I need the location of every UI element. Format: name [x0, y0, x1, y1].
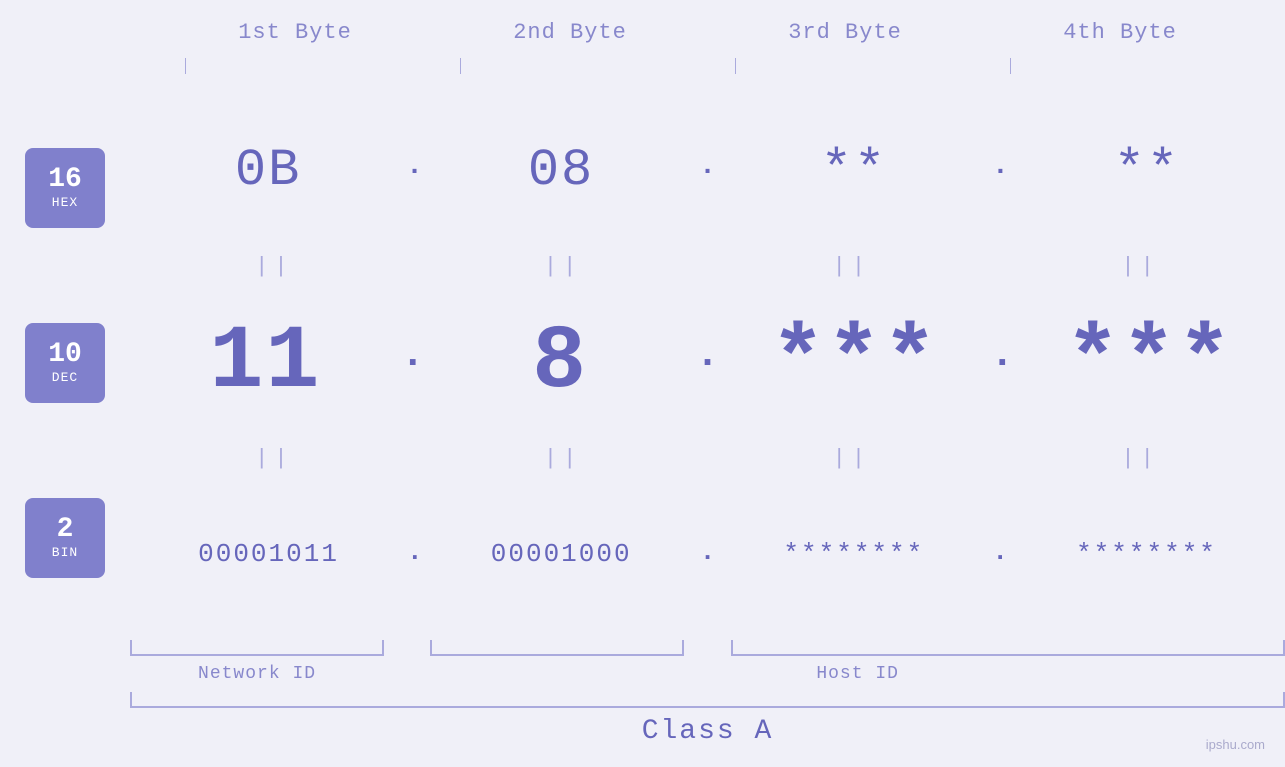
- hex-dot-2: .: [699, 151, 716, 190]
- hex-badge-number: 16: [48, 165, 82, 196]
- bracket-4: [983, 56, 1258, 74]
- dec-cell-3: ***: [720, 312, 991, 414]
- hex-cell-3: **: [716, 141, 992, 200]
- byte-header-1: 1st Byte: [158, 20, 433, 45]
- equals-2c: ||: [833, 446, 871, 471]
- equals-cell-2c: ||: [708, 446, 997, 471]
- dec-val-1: 11: [209, 312, 321, 414]
- top-brackets: [158, 55, 1258, 75]
- dec-cell-1: 11: [130, 312, 401, 414]
- main-container: 1st Byte 2nd Byte 3rd Byte 4th Byte: [0, 0, 1285, 767]
- bracket-svg-4: [1010, 56, 1230, 74]
- equals-row-2: || || || ||: [130, 443, 1285, 473]
- dec-val-4: ***: [1066, 312, 1234, 414]
- equals-cell-2b: ||: [419, 446, 708, 471]
- equals-cell-1c: ||: [708, 254, 997, 279]
- byte-header-2: 2nd Byte: [433, 20, 708, 45]
- hex-val-4: **: [1114, 141, 1180, 200]
- bin-badge: 2 BIN: [25, 498, 105, 578]
- hex-val-2: 08: [528, 141, 594, 200]
- content-area: 16 HEX 10 DEC 2 BIN 0B . 08: [0, 90, 1285, 635]
- equals-cell-2a: ||: [130, 446, 419, 471]
- watermark: ipshu.com: [1206, 737, 1265, 752]
- network-bracket: [130, 640, 384, 656]
- hex-val-1: 0B: [235, 141, 301, 200]
- hex-badge-name: HEX: [52, 195, 78, 210]
- bin-dot-1: .: [407, 537, 423, 572]
- hex-cell-1: 0B: [130, 141, 406, 200]
- equals-1a: ||: [255, 254, 293, 279]
- byte-header-3: 3rd Byte: [708, 20, 983, 45]
- equals-cell-1d: ||: [996, 254, 1285, 279]
- dec-badge-name: DEC: [52, 370, 78, 385]
- network-id-label: Network ID: [130, 664, 384, 684]
- dec-badge-number: 10: [48, 340, 82, 371]
- bracket-svg-1: [185, 56, 405, 74]
- bin-cell-2: 00001000: [423, 539, 700, 569]
- equals-cell-2d: ||: [996, 446, 1285, 471]
- bracket-2: [433, 56, 708, 74]
- hex-dot-1: .: [406, 151, 423, 190]
- equals-row-1: || || || ||: [130, 252, 1285, 282]
- bin-cell-3: ********: [715, 539, 992, 569]
- bin-dot-3: .: [992, 537, 1008, 572]
- equals-2b: ||: [544, 446, 582, 471]
- class-bracket: [130, 692, 1285, 708]
- dec-cell-2: 8: [425, 312, 696, 414]
- bin-val-1: 00001011: [198, 539, 339, 569]
- equals-1b: ||: [544, 254, 582, 279]
- bin-val-2: 00001000: [491, 539, 632, 569]
- hex-badge: 16 HEX: [25, 148, 105, 228]
- byte-headers: 1st Byte 2nd Byte 3rd Byte 4th Byte: [158, 20, 1258, 45]
- bin-badge-name: BIN: [52, 545, 78, 560]
- dec-row: 11 . 8 . *** . ***: [130, 282, 1285, 444]
- bin-badge-number: 2: [57, 515, 74, 546]
- values-grid: 0B . 08 . ** . ** ||: [130, 90, 1285, 635]
- equals-1c: ||: [833, 254, 871, 279]
- dec-badge: 10 DEC: [25, 323, 105, 403]
- equals-2d: ||: [1121, 446, 1159, 471]
- labels-column: 16 HEX 10 DEC 2 BIN: [0, 90, 130, 635]
- equals-2a: ||: [255, 446, 293, 471]
- bracket-svg-2: [460, 56, 680, 74]
- bin-dot-2: .: [700, 537, 716, 572]
- bracket-3: [708, 56, 983, 74]
- hex-cell-2: 08: [423, 141, 699, 200]
- dec-dot-1: .: [401, 333, 425, 393]
- dec-dot-2: .: [695, 333, 719, 393]
- equals-cell-1a: ||: [130, 254, 419, 279]
- bracket-1: [158, 56, 433, 74]
- bin-row: 00001011 . 00001000 . ******** . *******…: [130, 473, 1285, 635]
- byte-header-4: 4th Byte: [983, 20, 1258, 45]
- dec-val-2: 8: [532, 312, 588, 414]
- dec-val-3: ***: [771, 312, 939, 414]
- host-id-label: Host ID: [430, 664, 1285, 684]
- hex-val-3: **: [821, 141, 887, 200]
- host-bracket-left: [430, 640, 684, 656]
- bin-cell-4: ********: [1008, 539, 1285, 569]
- bin-val-4: ********: [1076, 539, 1217, 569]
- dec-dot-3: .: [990, 333, 1014, 393]
- hex-cell-4: **: [1009, 141, 1285, 200]
- host-bracket-right: [731, 640, 1285, 656]
- class-label: Class A: [642, 716, 774, 747]
- bin-val-3: ********: [783, 539, 924, 569]
- equals-cell-1b: ||: [419, 254, 708, 279]
- hex-dot-3: .: [992, 151, 1009, 190]
- hex-row: 0B . 08 . ** . **: [130, 90, 1285, 252]
- equals-1d: ||: [1121, 254, 1159, 279]
- dec-cell-4: ***: [1014, 312, 1285, 414]
- bin-cell-1: 00001011: [130, 539, 407, 569]
- bracket-svg-3: [735, 56, 955, 74]
